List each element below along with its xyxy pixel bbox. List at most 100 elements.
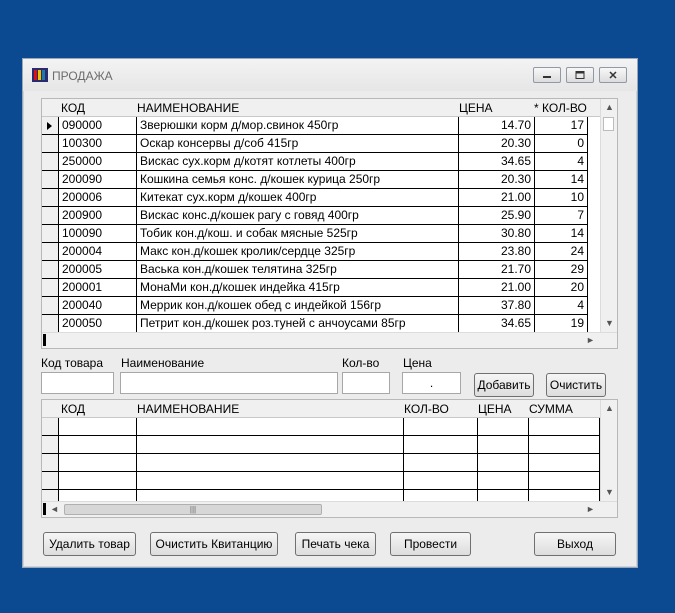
cell-qty[interactable]: 20 <box>535 279 588 297</box>
receipt-cell-price[interactable] <box>478 436 529 454</box>
receipt-cell-sum[interactable] <box>529 472 600 490</box>
cell-qty[interactable]: 10 <box>535 189 588 207</box>
receipt-horizontal-scrollbar[interactable]: ◄ ||| ► <box>42 501 617 517</box>
cell-code[interactable]: 200001 <box>59 279 137 297</box>
table-row[interactable]: 200090 Кошкина семья конс. д/кошек курица… <box>42 171 600 189</box>
cell-price[interactable]: 20.30 <box>459 171 535 189</box>
cell-name[interactable]: МонаМи кон.д/кошек индейка 415гр <box>137 279 459 297</box>
row-indicator[interactable] <box>42 189 59 207</box>
table-row[interactable]: 200006 Китекат сух.корм д/кошек 400гр 21.0… <box>42 189 600 207</box>
row-indicator[interactable] <box>42 261 59 279</box>
receipt-header-qty[interactable]: КОЛ-ВО <box>404 402 449 416</box>
clear-receipt-button[interactable]: Очистить Квитанцию <box>150 532 278 556</box>
scroll-thumb[interactable] <box>603 117 614 131</box>
scroll-right-icon[interactable]: ► <box>586 335 595 345</box>
cell-qty[interactable]: 4 <box>535 297 588 315</box>
cell-qty[interactable]: 29 <box>535 261 588 279</box>
cell-code[interactable]: 200090 <box>59 171 137 189</box>
table-row[interactable]: 200005 Васька кон.д/кошек телятина 325гр 2… <box>42 261 600 279</box>
table-row[interactable]: 090000 Зверюшки корм д/мор.свинок 450гр 14… <box>42 117 600 135</box>
scroll-right-icon[interactable]: ► <box>586 504 595 514</box>
cell-qty[interactable]: 19 <box>535 315 588 333</box>
row-indicator[interactable] <box>42 297 59 315</box>
scroll-up-icon[interactable]: ▲ <box>605 403 614 413</box>
row-indicator[interactable] <box>42 207 59 225</box>
cell-qty[interactable]: 0 <box>535 135 588 153</box>
cell-name[interactable]: Вискас конс.д/кошек рагу с говяд 400гр <box>137 207 459 225</box>
cell-price[interactable]: 20.30 <box>459 135 535 153</box>
name-field[interactable] <box>120 372 338 394</box>
minimize-button[interactable] <box>533 67 561 83</box>
receipt-cell-qty[interactable] <box>404 472 478 490</box>
receipt-cell-qty[interactable] <box>404 436 478 454</box>
row-indicator[interactable] <box>42 454 59 472</box>
table-row[interactable]: 200001 МонаМи кон.д/кошек индейка 415гр 21… <box>42 279 600 297</box>
column-header-price[interactable]: ЦЕНА <box>459 101 493 115</box>
cell-price[interactable]: 14.70 <box>459 117 535 135</box>
receipt-cell-code[interactable] <box>59 436 137 454</box>
row-indicator[interactable] <box>42 436 59 454</box>
receipt-header-sum[interactable]: СУММА <box>529 402 573 416</box>
row-indicator[interactable] <box>42 225 59 243</box>
table-row[interactable]: 200004 Макс кон.д/кошек кролик/сердце 325… <box>42 243 600 261</box>
cell-code[interactable]: 200900 <box>59 207 137 225</box>
receipt-cell-name[interactable] <box>137 418 404 436</box>
receipt-cell-code[interactable] <box>59 472 137 490</box>
cell-code[interactable]: 200004 <box>59 243 137 261</box>
maximize-button[interactable] <box>566 67 594 83</box>
cell-qty[interactable]: 14 <box>535 225 588 243</box>
column-header-name[interactable]: НАИМЕНОВАНИЕ <box>137 101 239 115</box>
receipt-cell-qty[interactable] <box>404 454 478 472</box>
row-indicator[interactable] <box>42 243 59 261</box>
receipt-cell-sum[interactable] <box>529 436 600 454</box>
products-grid[interactable]: КОД НАИМЕНОВАНИЕ ЦЕНА * КОЛ-ВО 090000 Зве… <box>41 98 618 349</box>
cell-name[interactable]: Тобик кон.д/кош. и собак мясные 525гр <box>137 225 459 243</box>
receipt-cell-name[interactable] <box>137 454 404 472</box>
receipt-cell-sum[interactable] <box>529 454 600 472</box>
table-row[interactable]: 200040 Меррик кон.д/кошек обед с индейкой… <box>42 297 600 315</box>
close-button[interactable] <box>599 67 627 83</box>
scroll-down-icon[interactable]: ▼ <box>605 318 614 328</box>
row-indicator[interactable] <box>42 153 59 171</box>
cell-price[interactable]: 21.00 <box>459 279 535 297</box>
cell-name[interactable]: Макс кон.д/кошек кролик/сердце 325гр <box>137 243 459 261</box>
row-indicator[interactable] <box>42 279 59 297</box>
receipt-cell-name[interactable] <box>137 436 404 454</box>
cell-name[interactable]: Зверюшки корм д/мор.свинок 450гр <box>137 117 459 135</box>
cell-code[interactable]: 100090 <box>59 225 137 243</box>
scroll-left-icon[interactable]: ◄ <box>50 504 59 514</box>
table-row[interactable]: 200050 Петрит кон.д/кошек роз.туней с анч… <box>42 315 600 333</box>
receipt-row[interactable] <box>42 454 600 472</box>
cell-price[interactable]: 21.70 <box>459 261 535 279</box>
row-indicator[interactable] <box>42 117 59 135</box>
cell-code[interactable]: 200040 <box>59 297 137 315</box>
cell-code[interactable]: 200005 <box>59 261 137 279</box>
receipt-header-code[interactable]: КОД <box>61 402 85 416</box>
cell-code[interactable]: 200006 <box>59 189 137 207</box>
receipt-row[interactable] <box>42 472 600 490</box>
products-horizontal-scrollbar[interactable]: ► <box>42 332 617 348</box>
cell-price[interactable]: 25.90 <box>459 207 535 225</box>
receipt-cell-code[interactable] <box>59 418 137 436</box>
cell-code[interactable]: 100300 <box>59 135 137 153</box>
table-row[interactable]: 200900 Вискас конс.д/кошек рагу с говяд 4… <box>42 207 600 225</box>
clear-button[interactable]: Очистить <box>546 373 606 397</box>
cell-qty[interactable]: 17 <box>535 117 588 135</box>
delete-item-button[interactable]: Удалить товар <box>43 532 136 556</box>
table-row[interactable]: 100090 Тобик кон.д/кош. и собак мясные 52… <box>42 225 600 243</box>
cell-price[interactable]: 21.00 <box>459 189 535 207</box>
receipt-cell-price[interactable] <box>478 418 529 436</box>
post-button[interactable]: Провести <box>390 532 471 556</box>
column-header-code[interactable]: КОД <box>61 101 85 115</box>
add-button[interactable]: Добавить <box>474 373 534 397</box>
cell-price[interactable]: 37.80 <box>459 297 535 315</box>
cell-name[interactable]: Петрит кон.д/кошек роз.туней с анчоусами… <box>137 315 459 333</box>
table-row[interactable]: 100300 Оскар консервы д/соб 415гр 20.30 0 <box>42 135 600 153</box>
qty-field[interactable] <box>342 372 390 394</box>
scroll-thumb[interactable]: ||| <box>64 504 322 515</box>
cell-name[interactable]: Вискас сух.корм д/котят котлеты 400гр <box>137 153 459 171</box>
title-bar[interactable]: ПРОДАЖА <box>23 59 637 91</box>
products-vertical-scrollbar[interactable]: ▲ ▼ <box>600 99 617 332</box>
cell-qty[interactable]: 4 <box>535 153 588 171</box>
receipt-cell-qty[interactable] <box>404 418 478 436</box>
